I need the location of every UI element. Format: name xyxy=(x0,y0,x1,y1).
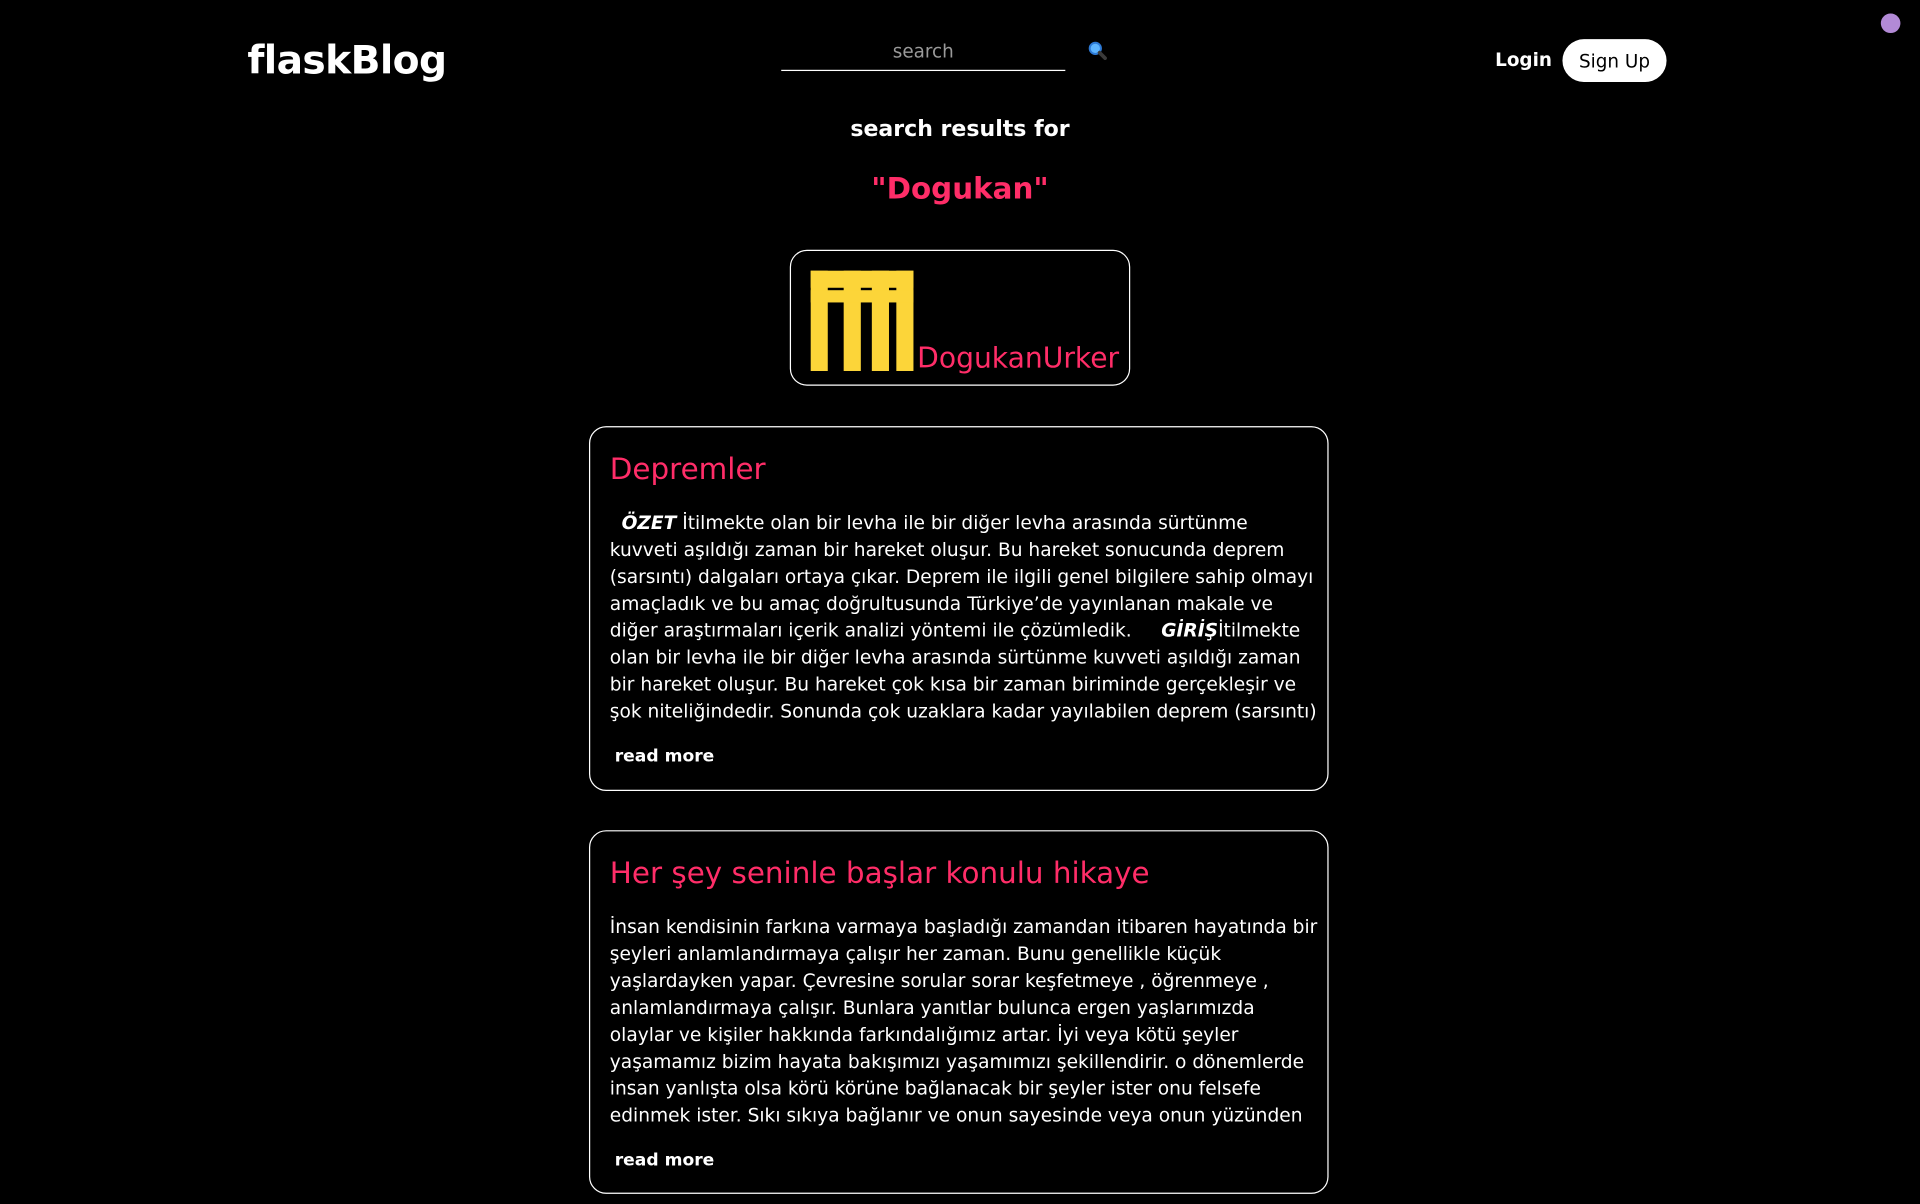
search-bar xyxy=(781,34,1066,72)
user-result-card[interactable]: DogukanUrker xyxy=(789,249,1131,386)
read-more-link[interactable]: read more xyxy=(615,747,715,767)
post-title[interactable]: Her şey seninle başlar konulu hikaye xyxy=(610,856,1150,890)
search-icon[interactable] xyxy=(1087,40,1107,61)
search-input[interactable] xyxy=(781,34,1066,69)
post-card: Her şey seninle başlar konulu hikaye İns… xyxy=(588,830,1329,1194)
search-results-label: search results for xyxy=(850,116,1070,143)
read-more-link[interactable]: read more xyxy=(615,1151,715,1171)
post-excerpt: İnsan kendisinin farkına varmaya başladı… xyxy=(609,915,1318,1127)
search-query: "Dogukan" xyxy=(871,171,1049,206)
signup-button[interactable]: Sign Up xyxy=(1562,39,1667,83)
post-excerpt-heading: GİRİŞ xyxy=(1161,619,1219,642)
page: flaskBlog Login Sign Up search results f… xyxy=(0,0,1920,1204)
post-card: Depremler ÖZET İtilmekte olan bir levha … xyxy=(588,426,1329,792)
post-excerpt-heading: ÖZET xyxy=(621,511,677,534)
post-title[interactable]: Depremler xyxy=(610,452,766,486)
theme-toggle-icon[interactable] xyxy=(1880,13,1901,34)
user-avatar xyxy=(810,270,914,372)
user-name[interactable]: DogukanUrker xyxy=(917,343,1119,375)
site-logo[interactable]: flaskBlog xyxy=(247,37,447,84)
post-excerpt: ÖZET İtilmekte olan bir levha ile bir di… xyxy=(610,509,1318,725)
magnifier-icon-graphic xyxy=(1088,41,1107,61)
login-link[interactable]: Login xyxy=(1495,49,1552,71)
